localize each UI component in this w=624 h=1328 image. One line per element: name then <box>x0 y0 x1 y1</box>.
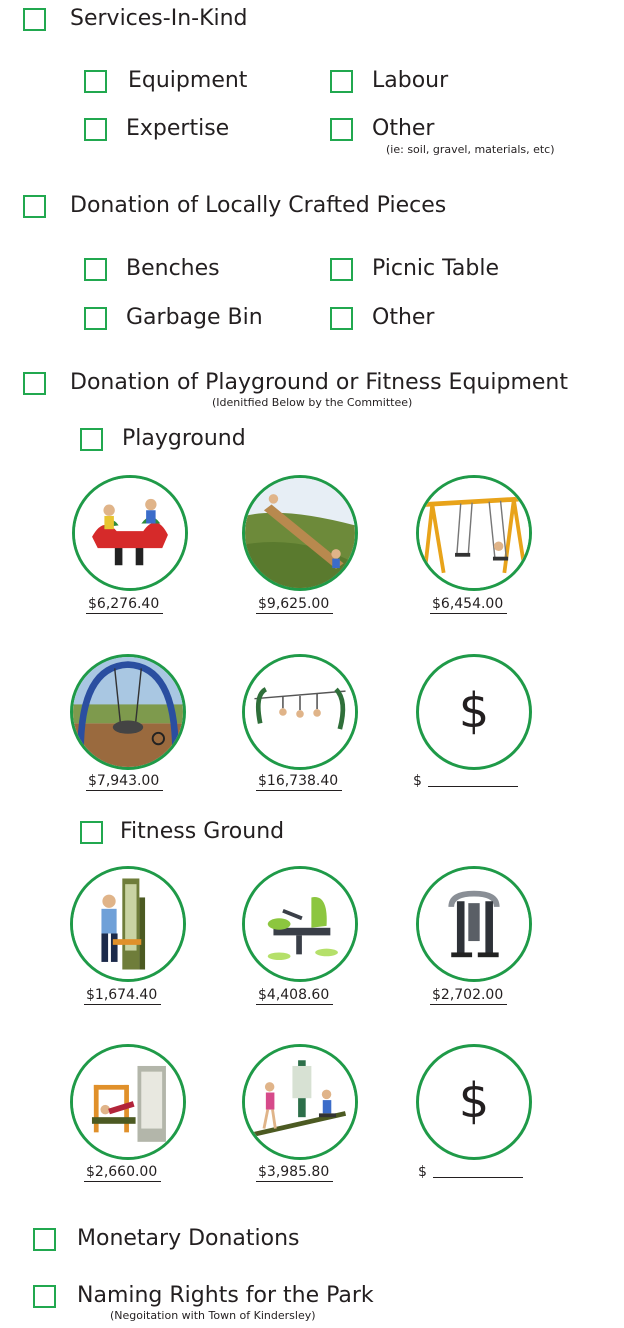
naming-rights-checkbox[interactable] <box>33 1285 56 1308</box>
fitness-ground-checkbox[interactable] <box>80 821 103 844</box>
expertise-label: Expertise <box>126 116 230 141</box>
playground-price-5: $16,738.40 <box>256 773 343 791</box>
stretch-station-photo <box>70 866 186 982</box>
picnic-table-label: Picnic Table <box>372 256 500 281</box>
amount-blank-line <box>432 1177 523 1178</box>
expertise-checkbox[interactable] <box>84 118 107 141</box>
fitness-price-4: $2,660.00 <box>84 1164 162 1182</box>
benches-label: Benches <box>126 256 220 281</box>
playground-fitness-checkbox[interactable] <box>23 372 46 395</box>
playground-label: Playground <box>122 426 246 451</box>
picnic-table-checkbox[interactable] <box>330 258 353 281</box>
fitness-custom-amount-field[interactable]: $ <box>418 1164 523 1180</box>
arch-swing-photo <box>70 654 186 770</box>
hill-slide-photo <box>242 475 358 591</box>
labour-checkbox[interactable] <box>330 70 353 93</box>
playground-price-2: $9,625.00 <box>256 596 334 614</box>
playground-price-1: $6,276.40 <box>86 596 164 614</box>
playground-fitness-note: (Idenitfied Below by the Committee) <box>212 396 413 409</box>
playground-custom-amount-circle: $ <box>416 654 532 770</box>
garbage-bin-label: Garbage Bin <box>126 305 263 330</box>
crafted-other-label: Other <box>372 305 435 330</box>
seesaw-spring-rider-photo <box>72 475 188 591</box>
dollar-sign-icon: $ <box>458 1073 490 1129</box>
fitness-price-1: $1,674.40 <box>84 987 162 1005</box>
monetary-donations-label: Monetary Donations <box>77 1226 300 1251</box>
fitness-ground-label: Fitness Ground <box>120 819 285 844</box>
labour-label: Labour <box>372 68 449 93</box>
playground-price-4: $7,943.00 <box>86 773 164 791</box>
workout-bench-station-photo <box>70 1044 186 1160</box>
rowing-machine-photo <box>242 866 358 982</box>
fitness-price-3: $2,702.00 <box>430 987 508 1005</box>
air-walker-photo <box>416 866 532 982</box>
services-in-kind-label: Services-In-Kind <box>70 6 248 31</box>
zipline-photo <box>242 654 358 770</box>
services-in-kind-checkbox[interactable] <box>23 8 46 31</box>
playground-fitness-label: Donation of Playground or Fitness Equipm… <box>70 370 568 395</box>
dollar-sign-icon: $ <box>458 683 490 739</box>
equipment-checkbox[interactable] <box>84 70 107 93</box>
fitness-custom-amount-circle: $ <box>416 1044 532 1160</box>
garbage-bin-checkbox[interactable] <box>84 307 107 330</box>
naming-rights-note: (Negoitation with Town of Kindersley) <box>110 1309 316 1322</box>
monetary-donations-checkbox[interactable] <box>33 1228 56 1251</box>
naming-rights-label: Naming Rights for the Park <box>77 1283 374 1308</box>
equipment-label: Equipment <box>128 68 248 93</box>
swing-set-photo <box>416 475 532 591</box>
fitness-price-2: $4,408.60 <box>256 987 334 1005</box>
locally-crafted-checkbox[interactable] <box>23 195 46 218</box>
fitness-circuit-photo <box>242 1044 358 1160</box>
playground-custom-amount-field[interactable]: $ <box>413 773 518 789</box>
services-other-label: Other <box>372 116 435 141</box>
amount-blank-line <box>427 786 518 787</box>
locally-crafted-label: Donation of Locally Crafted Pieces <box>70 193 447 218</box>
services-other-note: (ie: soil, gravel, materials, etc) <box>386 143 555 156</box>
fitness-price-5: $3,985.80 <box>256 1164 334 1182</box>
playground-price-3: $6,454.00 <box>430 596 508 614</box>
services-other-checkbox[interactable] <box>330 118 353 141</box>
crafted-other-checkbox[interactable] <box>330 307 353 330</box>
benches-checkbox[interactable] <box>84 258 107 281</box>
playground-checkbox[interactable] <box>80 428 103 451</box>
